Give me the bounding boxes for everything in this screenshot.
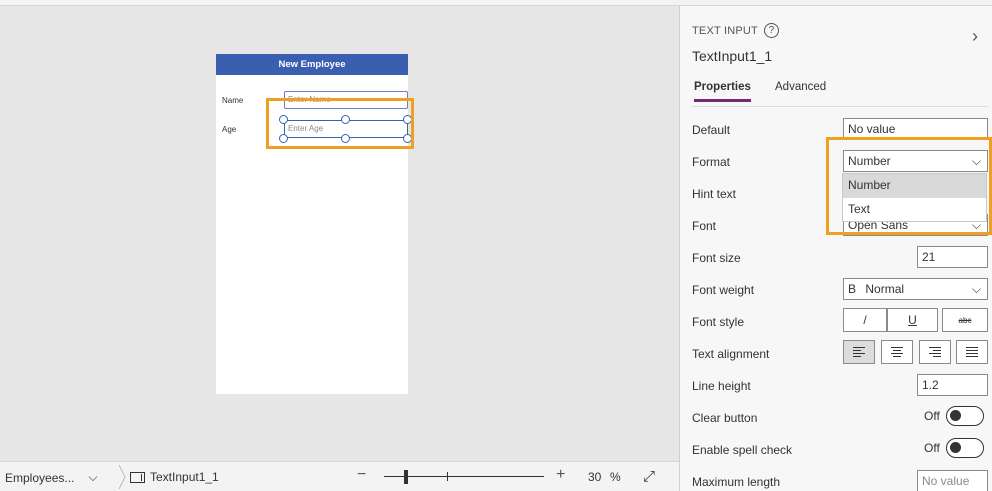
name-label: Name — [222, 96, 244, 105]
clear-button-toggle-group: Off — [924, 406, 984, 426]
breadcrumb-separator-icon — [118, 464, 126, 490]
chevron-down-icon: ⌵ — [88, 470, 98, 484]
tab-properties[interactable]: Properties — [694, 81, 751, 102]
control-breadcrumb[interactable]: TextInput1_1 — [130, 470, 219, 484]
align-right-button[interactable] — [919, 340, 951, 364]
screen-header: New Employee — [216, 54, 408, 75]
hint-text-label: Hint text — [692, 187, 737, 201]
align-center-icon — [891, 347, 903, 357]
strikethrough-button[interactable]: abc — [942, 308, 988, 332]
font-weight-dropdown[interactable]: B Normal ⌵ — [843, 278, 988, 300]
font-style-label: Font style — [692, 315, 745, 329]
align-right-icon — [929, 347, 941, 357]
bold-icon: B — [848, 282, 857, 296]
zoom-in-button[interactable]: + — [556, 466, 565, 484]
text-alignment-label: Text alignment — [692, 347, 770, 361]
toggle-knob — [949, 410, 961, 421]
toggle-knob — [949, 442, 961, 453]
italic-icon: / — [863, 313, 867, 327]
format-highlight — [826, 137, 992, 235]
font-weight-value: Normal — [865, 282, 905, 296]
font-weight-label: Font weight — [692, 283, 755, 297]
zoom-out-button[interactable]: − — [357, 466, 366, 484]
tab-divider — [692, 106, 988, 107]
properties-panel: TEXT INPUT ? › TextInput1_1 Properties A… — [679, 6, 992, 491]
underline-button[interactable]: U — [887, 308, 938, 332]
clear-button-state: Off — [924, 409, 940, 423]
zoom-value: 30 — [588, 470, 602, 484]
maximum-length-input[interactable]: No value — [917, 470, 988, 491]
bottom-bar: Employees... ⌵ TextInput1_1 − + 30 % ⤢ — [0, 461, 679, 491]
font-label: Font — [692, 219, 717, 233]
default-label: Default — [692, 123, 731, 137]
format-label: Format — [692, 155, 731, 169]
zoom-slider-tick — [447, 472, 448, 481]
control-breadcrumb-label: TextInput1_1 — [150, 470, 219, 484]
strikethrough-icon: abc — [958, 315, 972, 325]
spell-check-toggle[interactable] — [945, 438, 984, 458]
line-height-label: Line height — [692, 379, 751, 393]
align-justify-icon — [966, 347, 978, 357]
align-left-icon — [853, 347, 865, 357]
align-left-button[interactable] — [843, 340, 875, 364]
align-center-button[interactable] — [881, 340, 913, 364]
clear-button-toggle[interactable] — [945, 406, 984, 426]
help-icon[interactable]: ? — [763, 23, 779, 38]
zoom-slider-thumb[interactable] — [404, 470, 408, 484]
control-name[interactable]: TextInput1_1 — [692, 48, 772, 64]
chevron-right-icon[interactable]: › — [972, 26, 978, 47]
align-justify-button[interactable] — [956, 340, 988, 364]
canvas-area[interactable]: New Employee Name Enter Name Age Enter A… — [0, 6, 679, 461]
font-size-label: Font size — [692, 251, 741, 265]
text-input-icon — [130, 471, 145, 483]
spell-check-state: Off — [924, 441, 940, 455]
control-kind: TEXT INPUT — [692, 24, 758, 37]
selection-highlight-canvas — [266, 98, 414, 149]
tab-advanced[interactable]: Advanced — [775, 81, 826, 93]
chevron-down-icon: ⌵ — [971, 282, 981, 296]
spell-check-label: Enable spell check — [692, 443, 793, 457]
italic-button[interactable]: / — [843, 308, 887, 332]
zoom-slider-track[interactable] — [384, 476, 544, 477]
clear-button-label: Clear button — [692, 411, 758, 425]
spell-check-toggle-group: Off — [924, 438, 984, 458]
control-kind-header: TEXT INPUT ? — [692, 23, 779, 38]
font-size-input[interactable]: 21 — [917, 246, 988, 268]
line-height-input[interactable]: 1.2 — [917, 374, 988, 396]
zoom-unit: % — [610, 470, 621, 484]
expand-icon[interactable]: ⤢ — [643, 468, 655, 485]
screen-name: Employees... — [5, 470, 75, 485]
screen-selector[interactable]: Employees... ⌵ — [5, 470, 97, 485]
maximum-length-label: Maximum length — [692, 475, 781, 489]
underline-icon: U — [908, 313, 917, 327]
age-label: Age — [222, 125, 237, 134]
